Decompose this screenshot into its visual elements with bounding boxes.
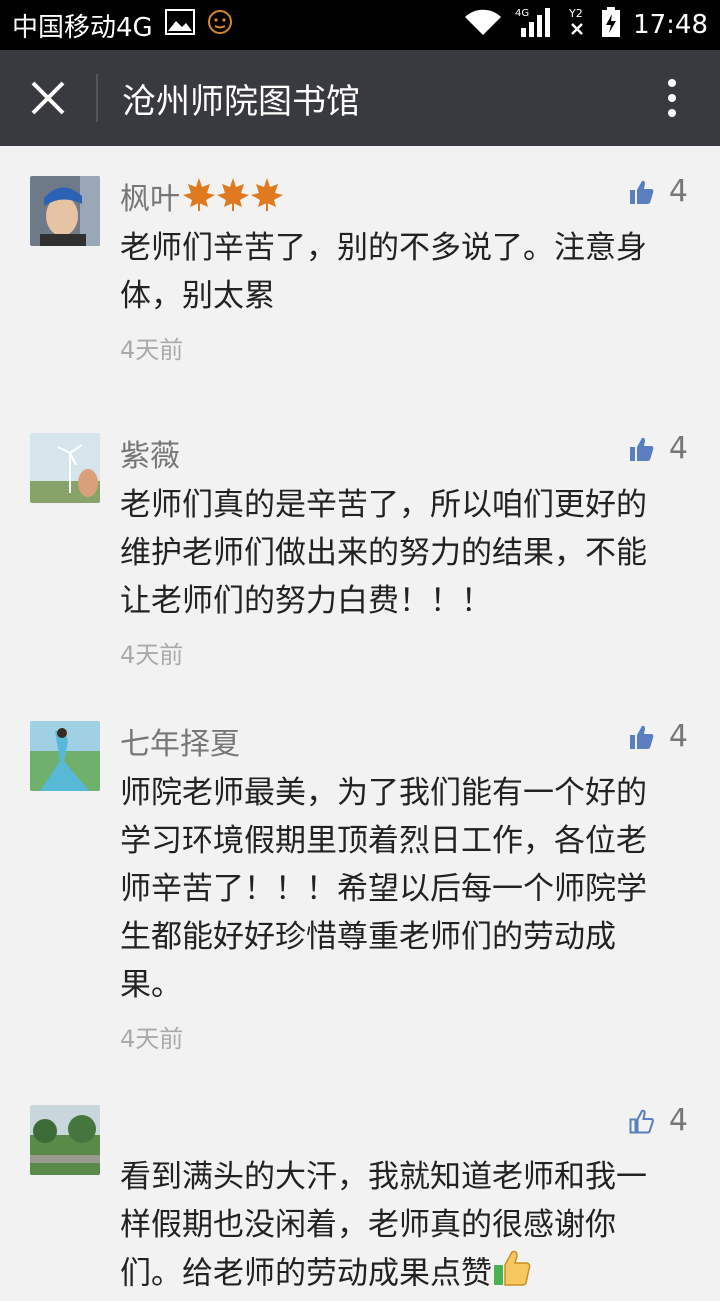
svg-text:4G: 4G [515, 8, 529, 19]
avatar[interactable] [30, 433, 100, 503]
like-button[interactable]: 4 [629, 174, 688, 209]
like-count: 4 [668, 174, 688, 209]
thumb-up-icon [629, 180, 654, 204]
comment-time: 4天前 [120, 1025, 184, 1053]
comment-text: 看到满头的大汗，我就知道老师和我一样假期也没闲着，老师真的很感谢你们。给老师的劳… [120, 1153, 690, 1301]
comment-list: 枫叶 老师们辛苦了，别的不多说了。注意身体，别太累 4天前 4 紫薇 老师们真的… [0, 146, 720, 1292]
comment-item: 看到满头的大汗，我就知道老师和我一样假期也没闲着，老师真的很感谢你们。给老师的劳… [0, 1075, 720, 1292]
commenter-name: 枫叶 [120, 182, 180, 217]
comment-text: 师院老师最美，为了我们能有一个好的学习环境假期里顶着烈日工作，各位老师辛苦了！！… [120, 775, 647, 1003]
comment-text-content: 看到满头的大汗，我就知道老师和我一样假期也没闲着，老师真的很感谢你们。给老师的劳… [120, 1159, 647, 1292]
comment-time: 4天前 [120, 336, 184, 364]
thumb-up-icon [629, 725, 654, 749]
carrier-label: 中国移动4G [12, 12, 153, 43]
image-icon [164, 8, 195, 42]
title-divider [96, 74, 98, 122]
battery-charging-icon [601, 6, 621, 45]
close-button[interactable] [0, 50, 96, 146]
comment-text: 老师们辛苦了，别的不多说了。注意身体，别太累 [120, 230, 647, 314]
close-icon [31, 81, 65, 115]
comment-text: 老师们真的是辛苦了，所以咱们更好的维护老师们做出来的努力的结果，不能让老师们的努… [120, 487, 647, 619]
maple-leaf-icons [182, 176, 284, 216]
status-bar: 中国移动4G 4G Y2 17:48 [0, 0, 720, 50]
thumb-up-icon [629, 437, 654, 461]
thumb-up-outline-icon [629, 1109, 654, 1133]
like-button[interactable]: 4 [629, 719, 688, 754]
avatar[interactable] [30, 721, 100, 791]
commenter-name: 紫薇 [120, 439, 180, 474]
like-count: 4 [668, 431, 688, 466]
comment-item: 紫薇 老师们真的是辛苦了，所以咱们更好的维护老师们做出来的努力的结果，不能让老师… [0, 403, 720, 691]
svg-text:Y2: Y2 [568, 7, 583, 20]
comment-time: 4天前 [120, 641, 184, 669]
thumbs-up-emoji-icon [492, 1249, 532, 1301]
avatar[interactable] [30, 176, 100, 246]
commenter-name: 七年择夏 [120, 727, 240, 762]
more-vertical-icon [668, 79, 676, 117]
sim2-no-signal-icon: Y2 [567, 6, 589, 45]
like-count: 4 [668, 1103, 688, 1138]
more-button[interactable] [624, 50, 720, 146]
avatar[interactable] [30, 1105, 100, 1175]
comment-item: 枫叶 老师们辛苦了，别的不多说了。注意身体，别太累 4天前 4 [0, 146, 720, 403]
clock: 17:48 [633, 10, 708, 40]
page-title: 沧州师院图书馆 [122, 81, 360, 122]
signal-4g-icon: 4G [515, 6, 555, 45]
wifi-icon [463, 7, 503, 44]
face-icon [207, 9, 233, 42]
like-button[interactable]: 4 [629, 1103, 688, 1138]
comment-item: 七年择夏 师院老师最美，为了我们能有一个好的学习环境假期里顶着烈日工作，各位老师… [0, 691, 720, 1075]
like-button[interactable]: 4 [629, 431, 688, 466]
title-bar: 沧州师院图书馆 [0, 50, 720, 146]
like-count: 4 [668, 719, 688, 754]
